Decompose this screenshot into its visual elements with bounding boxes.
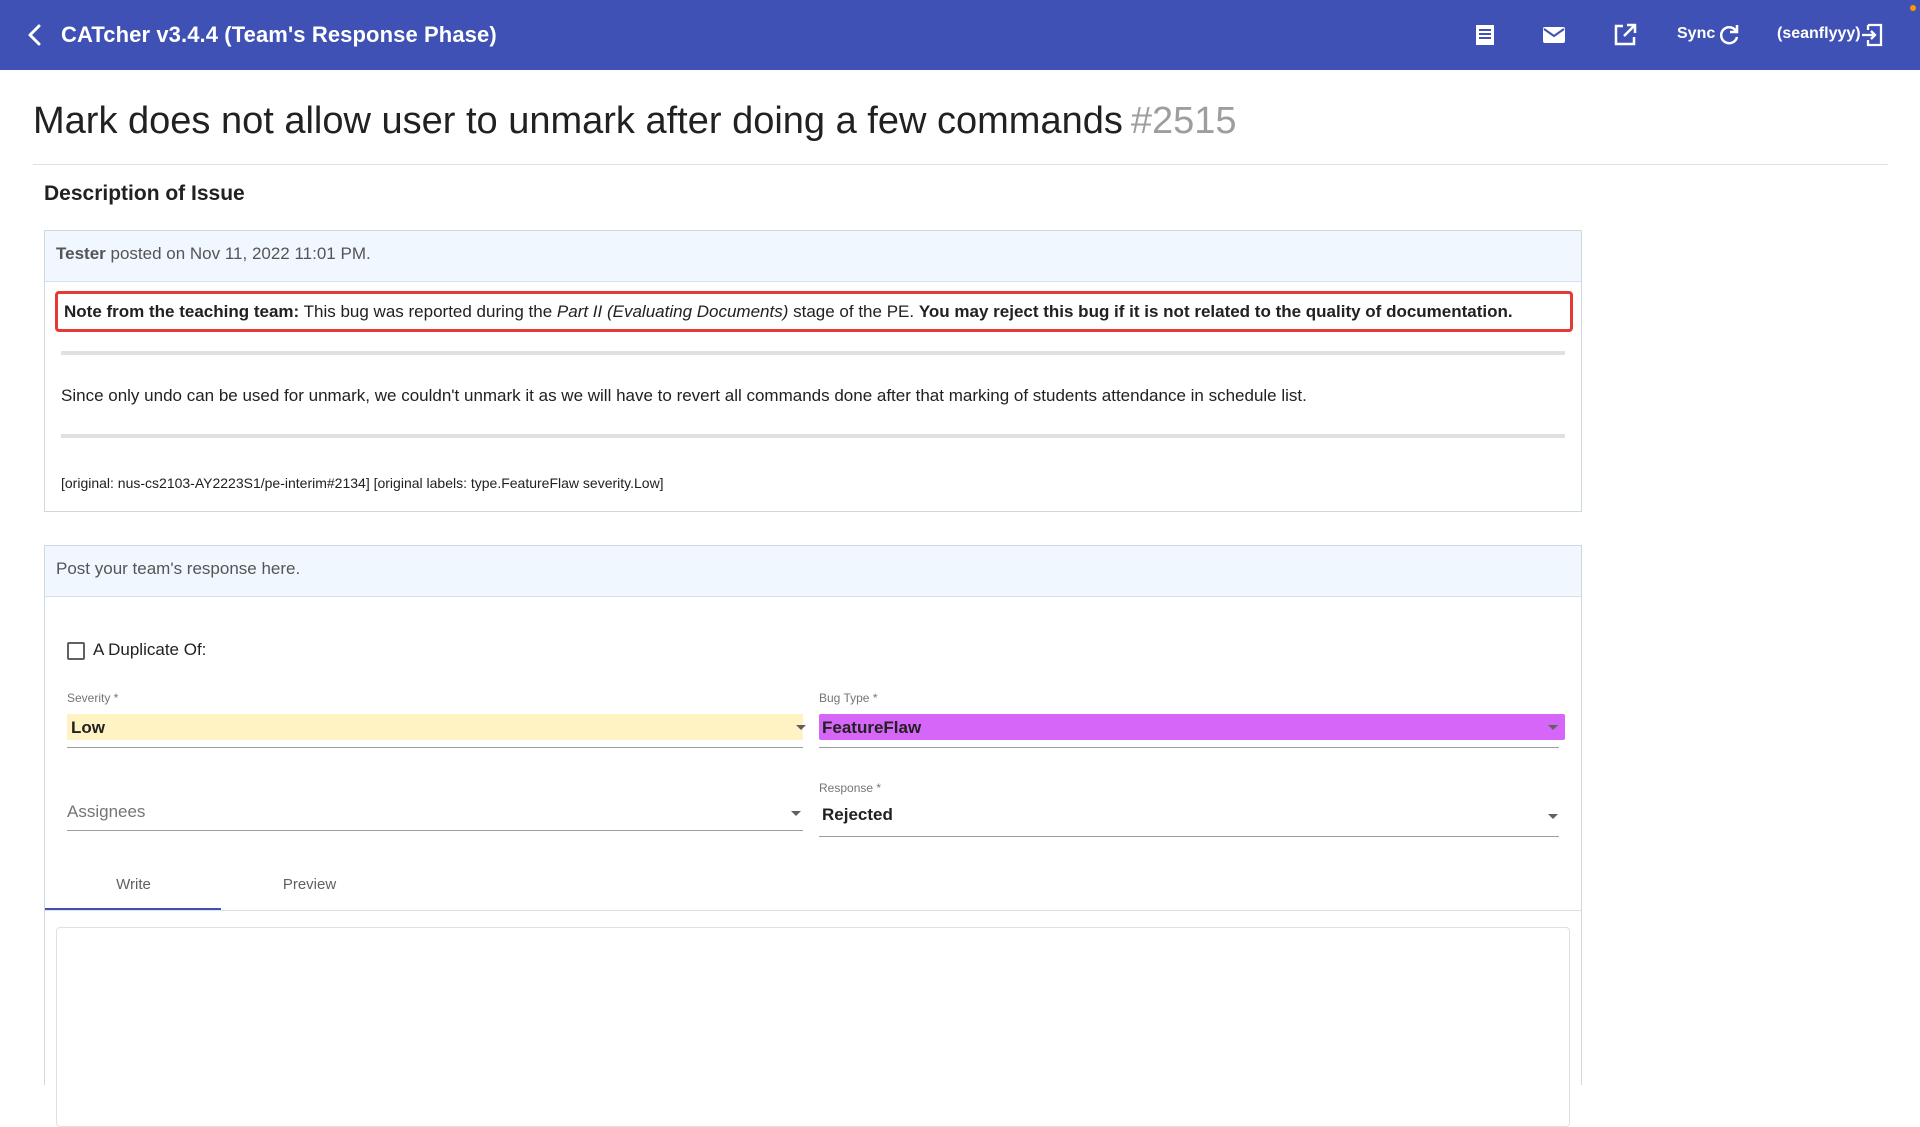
note-bold: You may reject this bug if it is not rel… (918, 302, 1513, 321)
chevron-down-icon (791, 811, 801, 816)
chevron-down-icon (796, 725, 806, 730)
issue-title: Mark does not allow user to unmark after… (33, 100, 1237, 143)
issue-title-text: Mark does not allow user to unmark after… (33, 100, 1123, 142)
bug-type-value: FeatureFlaw (822, 718, 922, 737)
mail-icon[interactable] (1541, 22, 1567, 48)
author-name: Tester (56, 244, 106, 263)
bug-type-label: Bug Type * (819, 691, 878, 705)
description-heading: Description of Issue (44, 182, 245, 205)
open-external-icon[interactable] (1612, 22, 1638, 48)
response-textarea[interactable] (56, 927, 1570, 1127)
bug-type-underline (819, 747, 1559, 748)
document-icon[interactable] (1472, 22, 1498, 48)
issue-number: #2515 (1130, 100, 1237, 142)
severity-label: Severity * (67, 691, 119, 705)
user-logout-label[interactable]: (seanflyyy) (1777, 25, 1861, 43)
app-title: CATcher v3.4.4 (Team's Response Phase) (61, 22, 497, 47)
chevron-down-icon (1548, 814, 1558, 819)
assignees-select[interactable]: Assignees (67, 802, 145, 822)
response-card-header: Post your team's response here. (45, 546, 1581, 597)
note-suffix: stage of the PE. (793, 302, 915, 321)
severity-select[interactable] (67, 714, 803, 740)
duplicate-label: A Duplicate Of: (93, 640, 207, 659)
back-arrow-icon[interactable] (24, 22, 46, 48)
description-card-header: Tester posted on Nov 11, 2022 11:01 PM. (45, 231, 1581, 282)
note-prefix: Note from the teaching team: (64, 302, 300, 321)
note-middle: This bug was reported during the (303, 302, 553, 321)
logout-icon[interactable] (1859, 22, 1885, 48)
posted-date: posted on Nov 11, 2022 11:01 PM. (110, 244, 371, 263)
severity-value: Low (71, 718, 105, 737)
divider (61, 434, 1565, 438)
assignees-underline (67, 830, 803, 831)
top-app-bar: CATcher v3.4.4 (Team's Response Phase) S… (0, 0, 1920, 70)
teaching-team-note: Note from the teaching team: This bug wa… (55, 291, 1573, 332)
tab-preview[interactable]: Preview (221, 876, 398, 893)
response-underline (819, 836, 1559, 837)
response-label: Response * (819, 781, 882, 795)
refresh-icon[interactable] (1716, 22, 1742, 48)
title-divider (33, 164, 1888, 165)
tab-write[interactable]: Write (45, 876, 222, 893)
tab-divider (45, 910, 1581, 911)
notification-dot (1910, 5, 1916, 11)
response-select[interactable]: Rejected (822, 805, 893, 825)
divider (61, 351, 1565, 355)
duplicate-checkbox[interactable] (67, 642, 85, 660)
issue-description-body: Since only undo can be used for unmark, … (61, 386, 1307, 405)
response-card: Post your team's response here. A Duplic… (44, 545, 1582, 1127)
original-reference: [original: nus-cs2103-AY2223S1/pe-interi… (61, 475, 664, 491)
severity-underline (67, 747, 803, 748)
description-card: Tester posted on Nov 11, 2022 11:01 PM. … (44, 230, 1582, 512)
note-stage: Part II (Evaluating Documents) (556, 302, 789, 321)
bug-type-select[interactable] (819, 714, 1565, 740)
sync-button-label[interactable]: Sync (1677, 25, 1715, 43)
chevron-down-icon (1548, 725, 1558, 730)
